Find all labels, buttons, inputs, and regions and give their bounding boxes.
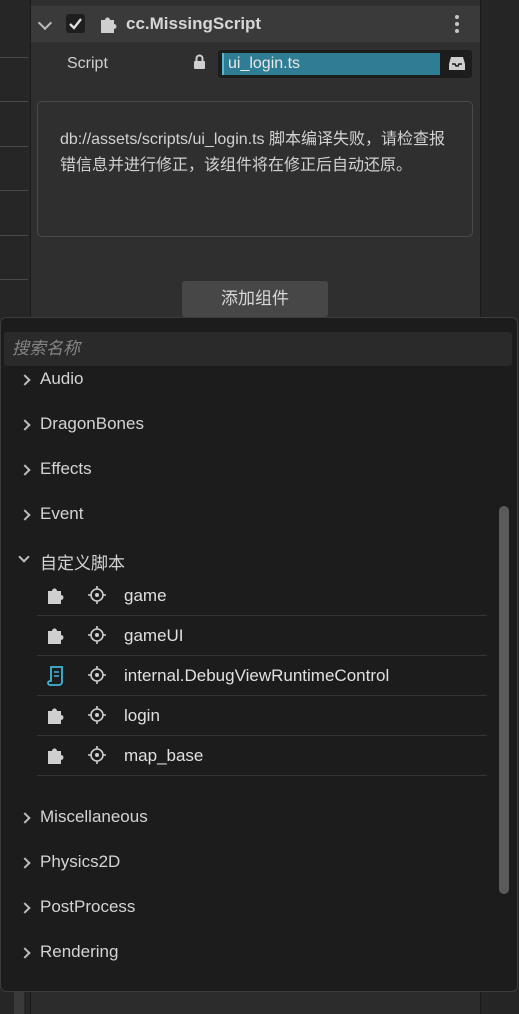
target-icon — [88, 586, 106, 604]
puzzle-icon — [48, 588, 64, 604]
list-item[interactable]: gameUI — [37, 615, 487, 656]
inspector-panel: cc.MissingScript Script ui_login.ts db:/… — [31, 0, 480, 320]
asset-locate-icon[interactable] — [449, 56, 465, 71]
item-label: internal.DebugViewRuntimeControl — [124, 666, 390, 685]
list-item[interactable]: login — [37, 695, 487, 736]
category-label: Miscellaneous — [40, 807, 148, 826]
panel-edge — [14, 992, 24, 1014]
category-physics2d[interactable]: Physics2D — [1, 843, 481, 883]
puzzle-icon — [48, 628, 64, 644]
category-label: Event — [40, 504, 84, 523]
add-component-button[interactable]: 添加组件 — [182, 281, 328, 317]
category-rendering[interactable]: Rendering — [1, 933, 481, 973]
component-title: cc.MissingScript — [126, 14, 262, 33]
category-label: PostProcess — [40, 897, 136, 916]
component-header[interactable]: cc.MissingScript — [31, 6, 480, 42]
chevron-right-icon — [19, 902, 31, 914]
target-icon — [88, 626, 106, 644]
category-label: DragonBones — [40, 414, 144, 433]
chevron-right-icon — [19, 857, 31, 869]
chevron-down-icon[interactable] — [37, 15, 53, 31]
category-label: Effects — [40, 459, 92, 478]
list-item[interactable]: internal.DebugViewRuntimeControl — [37, 655, 487, 696]
enable-checkbox[interactable] — [66, 14, 85, 33]
script-asset-value[interactable]: ui_login.ts — [222, 53, 440, 75]
script-asset-field[interactable]: ui_login.ts — [218, 50, 472, 78]
target-icon — [88, 706, 106, 724]
category-postprocess[interactable]: PostProcess — [1, 888, 481, 928]
add-component-popup: Audio DragonBones Effects Event 自定义脚本 ga… — [0, 317, 518, 992]
item-label: map_base — [124, 746, 204, 765]
divider — [0, 101, 28, 102]
script-label: Script — [67, 55, 108, 72]
script-scroll-icon — [47, 666, 63, 686]
category-label: Audio — [40, 369, 84, 388]
scrollbar[interactable] — [499, 506, 509, 894]
chevron-right-icon — [19, 419, 31, 431]
category-event[interactable]: Event — [1, 495, 481, 535]
category-label: Physics2D — [40, 852, 121, 871]
puzzle-icon — [48, 748, 64, 764]
puzzle-icon — [101, 17, 117, 33]
target-icon — [88, 746, 106, 764]
divider — [0, 146, 28, 147]
search-input[interactable] — [4, 332, 512, 366]
chevron-right-icon — [19, 812, 31, 824]
lock-icon — [194, 54, 205, 69]
item-label: gameUI — [124, 626, 184, 645]
more-options-icon[interactable] — [455, 15, 459, 36]
puzzle-icon — [48, 708, 64, 724]
divider — [0, 279, 28, 280]
divider — [0, 190, 28, 191]
item-label: game — [124, 586, 167, 605]
target-icon — [88, 666, 106, 684]
list-item[interactable]: game — [37, 575, 487, 616]
divider — [0, 235, 28, 236]
list-item[interactable]: map_base — [37, 735, 487, 776]
category-label: Rendering — [40, 942, 119, 961]
component-list: Audio DragonBones Effects Event 自定义脚本 ga… — [1, 368, 517, 990]
error-message-box: db://assets/scripts/ui_login.ts 脚本编译失败，请… — [37, 101, 473, 237]
chevron-right-icon — [19, 947, 31, 959]
chevron-down-icon — [18, 551, 30, 563]
category-miscellaneous[interactable]: Miscellaneous — [1, 798, 481, 838]
item-label: login — [124, 706, 160, 725]
chevron-right-icon — [19, 464, 31, 476]
category-effects[interactable]: Effects — [1, 450, 481, 490]
category-custom-scripts[interactable]: 自定义脚本 — [1, 540, 481, 580]
chevron-right-icon — [19, 509, 31, 521]
chevron-right-icon — [19, 374, 31, 386]
category-label: 自定义脚本 — [40, 554, 125, 573]
divider — [0, 57, 28, 58]
category-dragonbones[interactable]: DragonBones — [1, 405, 481, 445]
category-audio[interactable]: Audio — [1, 368, 481, 400]
